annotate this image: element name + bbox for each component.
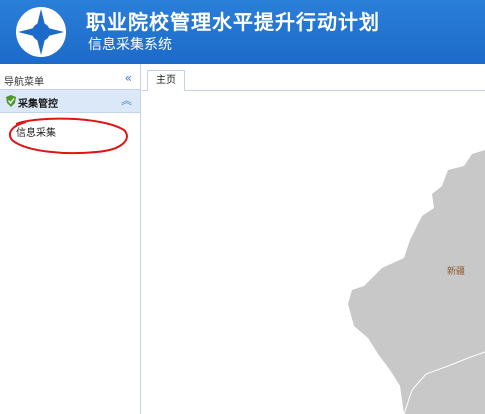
app-subtitle: 信息采集系统 (88, 37, 172, 53)
tab-bar: 主页 (142, 70, 485, 91)
double-chevron-up-icon[interactable]: ︽ (121, 92, 132, 108)
institution-logo-icon (16, 7, 66, 57)
app-header: 职业院校管理水平提升行动计划 信息采集系统 (0, 0, 485, 64)
sidebar-group-collection-control[interactable]: 采集管控 ︽ (0, 89, 140, 113)
map-label-xinjiang: 新疆 (447, 267, 466, 277)
app-title: 职业院校管理水平提升行动计划 (86, 10, 380, 34)
shield-leaf-icon (6, 95, 16, 107)
sidebar-item-info-collection[interactable]: 信息采集 (16, 124, 56, 139)
china-map (348, 150, 485, 414)
sidebar: 导航菜单 « 采集管控 ︽ 信息采集 (0, 64, 141, 414)
sidebar-group-label: 采集管控 (18, 99, 58, 110)
nav-title: 导航菜单 (4, 77, 44, 88)
double-chevron-left-icon[interactable]: « (125, 71, 132, 85)
map-region-xinjiang (348, 150, 485, 414)
nav-title-bar: 导航菜单 « (0, 69, 140, 91)
main-panel: 主页 新疆 (142, 64, 485, 414)
tab-home[interactable]: 主页 (147, 70, 185, 91)
